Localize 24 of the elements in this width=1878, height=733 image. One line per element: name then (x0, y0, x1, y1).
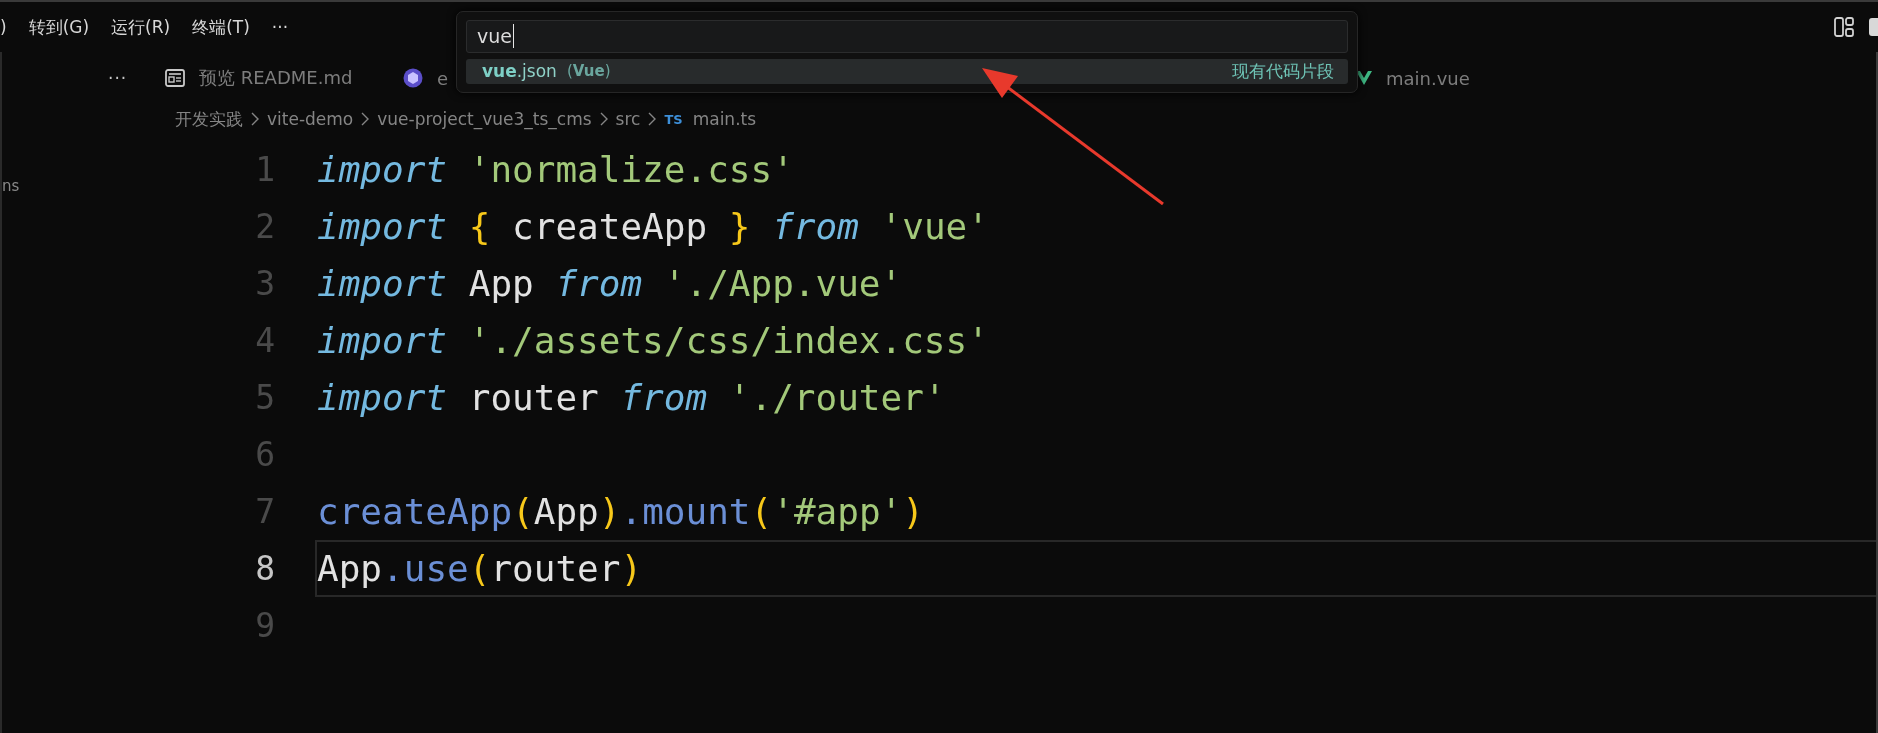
code-line: import App from './App.vue' (316, 262, 904, 306)
code-line: import { createApp } from 'vue' (316, 205, 990, 249)
result-detail: (Vue) (566, 62, 611, 81)
line-number: 5 (254, 377, 275, 419)
code-line: createApp(App).mount('#app') (316, 490, 925, 534)
line-number: 9 (254, 605, 275, 647)
code-line: import 'normalize.css' (316, 148, 795, 192)
code-line: import './assets/css/index.css' (316, 319, 990, 363)
line-number: 2 (254, 206, 275, 248)
result-label: vue.json (482, 61, 557, 82)
sidebar-text: ns (2, 177, 20, 195)
file-type-label: TS (664, 111, 683, 127)
result-description: 现有代码片段 (1232, 59, 1334, 83)
line-number: 8 (254, 548, 275, 590)
tab-label: main.vue (1386, 67, 1470, 89)
line-number: 1 (254, 149, 275, 191)
line-number: 4 (254, 320, 275, 362)
code-line: App.use(router) (315, 540, 1876, 597)
tab-label: e (437, 67, 449, 89)
line-number: 3 (254, 263, 275, 305)
code-line: import router from './router' (316, 376, 947, 420)
line-number: 6 (254, 434, 275, 476)
line-number: 7 (254, 491, 275, 533)
tab-label: 预览 README.md (199, 66, 353, 90)
